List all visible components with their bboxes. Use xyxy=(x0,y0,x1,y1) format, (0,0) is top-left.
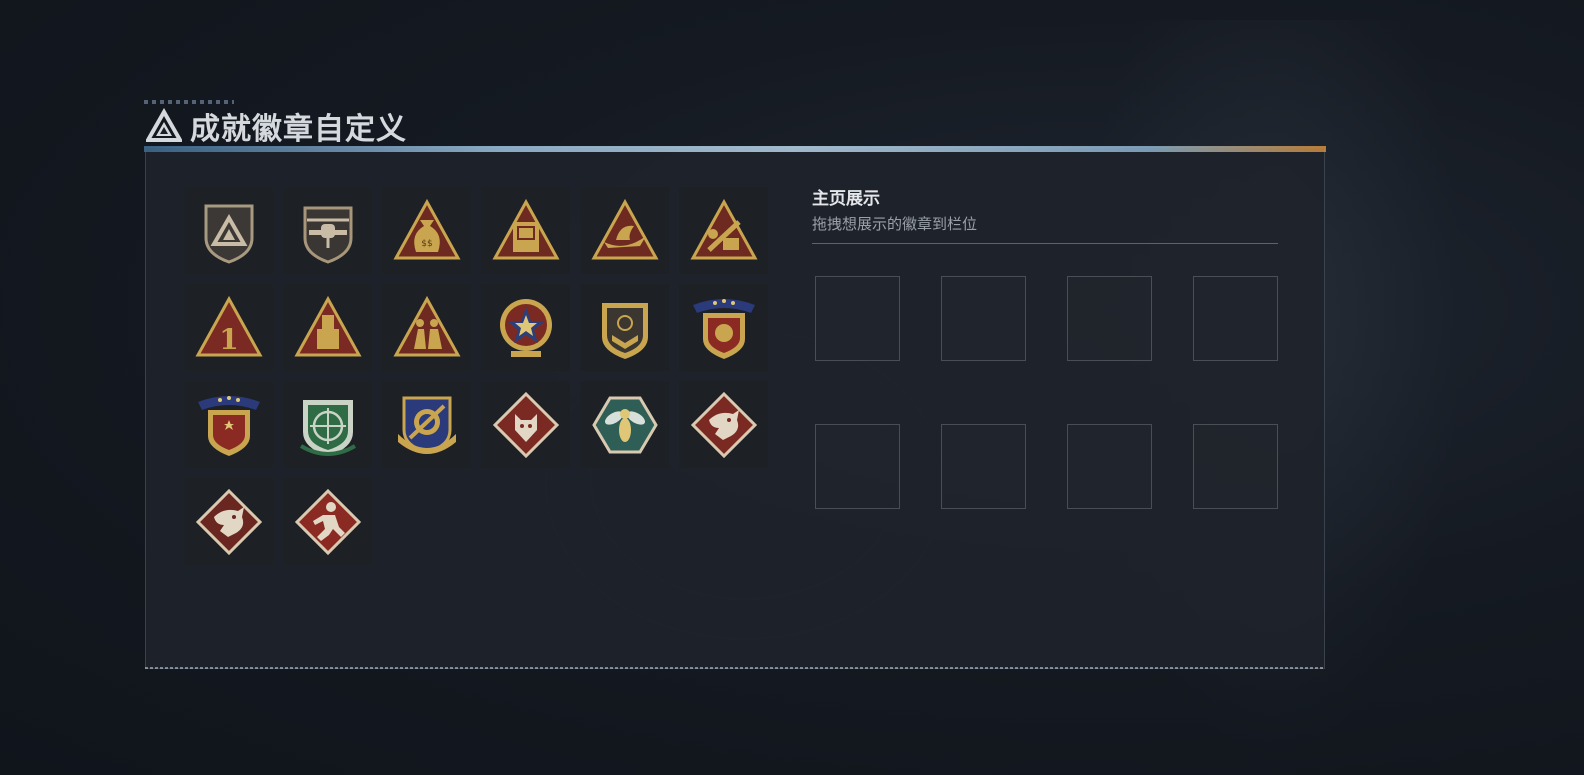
showcase-slot[interactable] xyxy=(1067,276,1152,361)
crosshair-rifle-badge-icon xyxy=(299,399,356,456)
svg-text:$$: $$ xyxy=(421,239,432,249)
chevron-shield-badge-icon xyxy=(601,302,648,359)
badge-item[interactable] xyxy=(679,284,768,371)
construction-badge-icon xyxy=(689,198,758,259)
soldiers-badge-icon xyxy=(392,295,461,356)
wreath-crosshair-badge-icon xyxy=(397,396,456,454)
badge-item[interactable] xyxy=(481,284,570,371)
badge-item[interactable] xyxy=(580,381,669,468)
badge-item[interactable] xyxy=(283,187,372,274)
ribbon-shield-badge-icon xyxy=(692,298,755,359)
badge-item[interactable] xyxy=(481,187,570,274)
showcase-slot-grid xyxy=(815,276,1278,509)
badge-item[interactable] xyxy=(283,381,372,468)
triangle-logo-icon xyxy=(146,108,182,142)
badge-item[interactable] xyxy=(382,381,471,468)
ribbon-star-shield-badge-icon xyxy=(197,395,260,456)
star-medal-badge-icon xyxy=(499,298,552,357)
showcase-slot[interactable] xyxy=(815,276,900,361)
homepage-showcase: 主页展示 拖拽想展示的徽章到栏位 xyxy=(812,188,1278,244)
dragon-diamond-badge-icon-2 xyxy=(195,488,262,555)
badge-item[interactable] xyxy=(184,478,273,565)
boat-badge-icon xyxy=(590,198,659,259)
showcase-slot[interactable] xyxy=(941,276,1026,361)
showcase-subtitle: 拖拽想展示的徽章到栏位 xyxy=(812,215,978,233)
badge-item[interactable] xyxy=(580,284,669,371)
svg-text:1: 1 xyxy=(219,323,238,356)
dragon-diamond-badge-icon xyxy=(690,391,757,458)
safe-box-badge-icon xyxy=(491,198,560,259)
showcase-slot[interactable] xyxy=(1193,424,1278,509)
badge-item[interactable] xyxy=(679,381,768,468)
helicopter-badge-icon xyxy=(303,206,352,264)
number-one-badge-icon: 1 xyxy=(194,295,263,356)
panel-bottom-border xyxy=(145,667,1325,669)
badge-item[interactable] xyxy=(283,478,372,565)
badge-item[interactable]: 1 xyxy=(184,284,273,371)
badge-item[interactable]: $$ xyxy=(382,187,471,274)
showcase-title: 主页展示 xyxy=(812,189,880,209)
badge-item[interactable] xyxy=(481,381,570,468)
badge-item[interactable] xyxy=(382,284,471,371)
showcase-divider xyxy=(812,243,1278,244)
showcase-slot[interactable] xyxy=(1067,424,1152,509)
panel-top-border xyxy=(144,146,1326,152)
badge-item[interactable] xyxy=(283,284,372,371)
badge-item[interactable] xyxy=(184,187,273,274)
page-header: 成就徽章自定义 xyxy=(146,104,407,148)
shield-triangle-badge-icon xyxy=(204,204,253,264)
showcase-slot[interactable] xyxy=(941,424,1026,509)
money-bag-badge-icon: $$ xyxy=(392,198,461,259)
badge-item[interactable] xyxy=(184,381,273,468)
hornet-hexagon-badge-icon xyxy=(591,396,658,453)
page-title: 成就徽章自定义 xyxy=(190,112,407,147)
showcase-slot[interactable] xyxy=(815,424,900,509)
badge-item[interactable] xyxy=(679,187,768,274)
runner-diamond-badge-icon xyxy=(294,488,361,555)
badge-grid: $$ 1 xyxy=(184,187,768,565)
wolf-diamond-badge-icon xyxy=(492,391,559,458)
showcase-slot[interactable] xyxy=(1193,276,1278,361)
badge-item[interactable] xyxy=(580,187,669,274)
tower-badge-icon xyxy=(293,295,362,356)
